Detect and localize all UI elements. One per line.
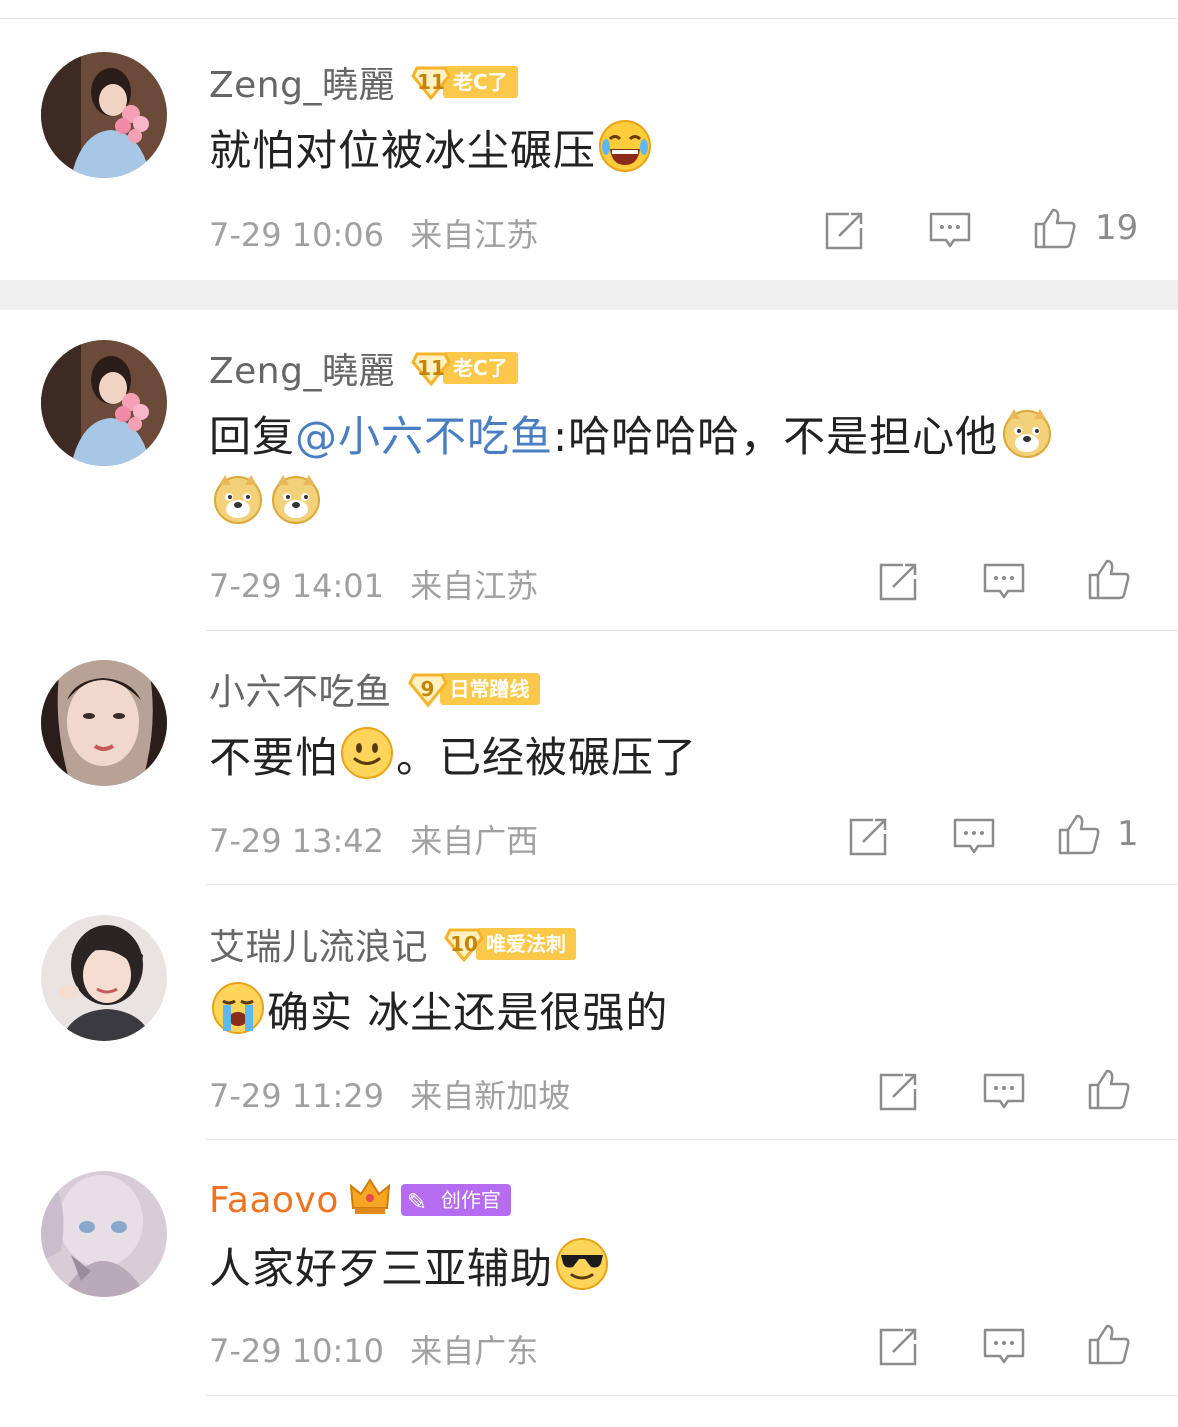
like-count: 1 [1117,814,1139,854]
comment-divider [206,1139,1178,1140]
comment-meta: 7-29 11:29 来自新加坡 [209,1071,570,1117]
comment-divider [206,630,1178,631]
timestamp: 7-29 10:06 [209,216,385,254]
doge-emoji-icon [211,471,265,525]
timestamp: 7-29 10:10 [209,1332,385,1370]
thumbs-up-icon[interactable] [1087,1322,1131,1366]
mention-link[interactable]: @小六不吃鱼 [295,412,553,461]
share-icon[interactable] [877,559,921,603]
comment-text: 就怕对位被冰尘碾压 [209,118,1129,184]
top-divider [0,18,1178,19]
crown-icon[interactable] [349,1176,391,1224]
username[interactable]: Zeng_曉麗 [209,342,395,394]
badge-level: 11 [417,356,445,380]
timestamp: 7-29 13:42 [209,822,385,860]
comment-meta: 7-29 14:01 来自江苏 [209,561,538,607]
doge-emoji-icon [269,471,323,525]
fan-level-badge[interactable]: 9 日常蹭线 [407,671,540,707]
laughing-tears-emoji-icon [598,119,652,173]
thumbs-up-icon[interactable] [1033,206,1077,250]
name-row: 小六不吃鱼 9 日常蹭线 [209,664,540,714]
diamond-icon: 11 [411,350,451,386]
username[interactable]: 艾瑞儿流浪记 [209,918,428,970]
avatar[interactable] [41,340,167,466]
badge-label: 老C了 [442,352,518,384]
badge-level: 9 [420,677,435,701]
location: 来自江苏 [410,216,539,254]
share-icon[interactable] [877,1069,921,1113]
avatar[interactable] [41,660,167,786]
comment-icon[interactable] [982,559,1026,603]
crying-emoji-icon [211,981,265,1035]
diamond-icon: 10 [444,926,484,962]
share-icon[interactable] [877,1324,921,1368]
name-row: Zeng_曉麗 11 老C了 [209,343,518,393]
comment-text: 回复@小六不吃鱼:哈哈哈哈，不是担心他 [209,404,1129,536]
fan-level-badge[interactable]: 11 老C了 [411,64,518,100]
comment-text-body: 人家好歹三亚辅助 [209,1244,554,1293]
comment-text: 确实 冰尘还是很强的 [209,980,1129,1046]
creator-badge[interactable]: ✎ 创作官 [400,1184,511,1216]
timestamp: 7-29 11:29 [209,1077,385,1115]
timestamp: 7-29 14:01 [209,567,385,605]
comment-text-before: 不要怕 [209,733,339,782]
thumbs-up-icon[interactable] [1087,557,1131,601]
sunglasses-emoji-icon [555,1237,609,1291]
fan-level-badge[interactable]: 10 唯爱法刺 [444,926,577,962]
creator-badge-label: 创作官 [440,1188,501,1212]
username[interactable]: Faaovo [209,1180,339,1221]
username[interactable]: 小六不吃鱼 [209,663,392,715]
thumbs-up-icon[interactable] [1057,812,1101,856]
comment-text-body: :哈哈哈哈，不是担心他 [553,412,999,461]
location: 来自江苏 [410,567,539,605]
comment-meta: 7-29 13:42 来自广西 [209,816,538,862]
avatar[interactable] [41,1171,167,1297]
pen-icon: ✎ [406,1188,427,1216]
comment-meta: 7-29 10:06 来自江苏 [209,210,538,256]
badge-level: 11 [417,70,445,94]
location: 来自广西 [410,822,539,860]
name-row: Zeng_曉麗 11 老C了 [209,57,518,107]
fan-level-badge[interactable]: 11 老C了 [411,350,518,386]
location: 来自广东 [410,1332,539,1370]
smile-emoji-icon [340,726,394,780]
badge-label: 日常蹭线 [439,673,540,705]
comment-text-body: 确实 冰尘还是很强的 [267,988,669,1037]
diamond-icon: 11 [411,64,451,100]
badge-level: 10 [450,932,478,956]
diamond-icon: 9 [407,671,448,707]
username[interactable]: Zeng_曉麗 [209,56,395,108]
avatar[interactable] [41,52,167,178]
share-icon[interactable] [847,814,891,858]
thumbs-up-icon[interactable] [1087,1067,1131,1111]
badge-label: 唯爱法刺 [476,928,577,960]
reply-prefix: 回复 [209,412,296,461]
comment-divider [206,1395,1178,1396]
name-row: Faaovo ✎ 创作官 [209,1175,511,1225]
comment-text: 不要怕 。已经被碾压了 [209,725,1129,791]
comment-text-body: 就怕对位被冰尘碾压 [209,126,597,175]
section-separator [0,280,1178,310]
badge-label: 老C了 [442,66,518,98]
comment-text: 人家好歹三亚辅助 [209,1236,1129,1302]
comment-icon[interactable] [982,1069,1026,1113]
location: 来自新加坡 [410,1077,571,1115]
comment-text-after: 。已经被碾压了 [396,733,698,782]
name-row: 艾瑞儿流浪记 10 唯爱法刺 [209,918,577,970]
avatar[interactable] [41,915,167,1041]
doge-emoji-icon [1000,405,1054,459]
comment-icon[interactable] [952,814,996,858]
comment-icon[interactable] [928,208,972,252]
share-icon[interactable] [823,208,867,252]
comment-divider [206,884,1178,885]
like-count: 19 [1095,208,1139,248]
comment-icon[interactable] [982,1324,1026,1368]
comment-meta: 7-29 10:10 来自广东 [209,1326,538,1372]
